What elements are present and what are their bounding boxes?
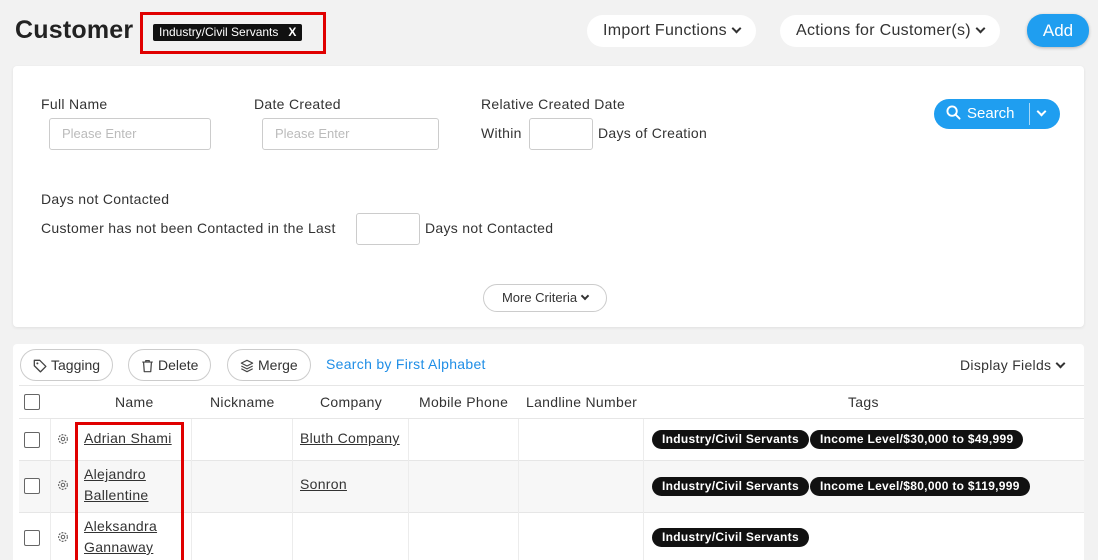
active-filter-chip[interactable]: Industry/Civil Servants X	[153, 24, 303, 41]
column-divider	[408, 419, 409, 560]
tag-badge: Income Level/$30,000 to $49,999	[810, 430, 1024, 449]
chevron-down-icon	[1055, 358, 1066, 369]
tagging-button[interactable]: Tagging	[20, 349, 114, 381]
add-button[interactable]: Add	[1027, 14, 1089, 47]
column-divider	[191, 419, 192, 560]
search-by-first-alphabet-link[interactable]: Search by First Alphabet	[326, 356, 486, 372]
page-title: Customer	[15, 16, 134, 44]
column-header-tags[interactable]: Tags	[848, 394, 879, 410]
full-name-input[interactable]: Please Enter	[49, 118, 211, 150]
days-not-contacted-label: Days not Contacted	[41, 191, 170, 207]
actions-for-customers-button[interactable]: Actions for Customer(s)	[780, 15, 1000, 47]
search-button[interactable]: Search	[934, 99, 1060, 129]
days-of-creation-label: Days of Creation	[598, 125, 708, 141]
search-icon	[946, 105, 961, 120]
date-created-input[interactable]: Please Enter	[262, 118, 439, 150]
column-header-company[interactable]: Company	[320, 394, 382, 410]
row-checkbox[interactable]	[24, 432, 40, 448]
search-options-chevron-icon[interactable]	[1036, 106, 1047, 117]
merge-button[interactable]: Merge	[227, 349, 311, 381]
customer-table-panel: Tagging Delete Merge Search by First Alp…	[13, 344, 1084, 560]
not-contacted-suffix: Days not Contacted	[425, 220, 554, 236]
chevron-down-icon	[580, 291, 590, 301]
column-divider	[292, 419, 293, 560]
row-checkbox[interactable]	[24, 530, 40, 546]
header-divider	[19, 418, 1084, 419]
not-contacted-prefix: Customer has not been Contacted in the L…	[41, 220, 336, 236]
actions-label: Actions for Customer(s)	[796, 22, 971, 39]
import-functions-button[interactable]: Import Functions	[587, 15, 756, 47]
more-criteria-button[interactable]: More Criteria	[483, 284, 607, 312]
display-fields-dropdown[interactable]: Display Fields	[960, 357, 1066, 373]
tag-icon	[33, 359, 47, 373]
date-created-label: Date Created	[254, 96, 341, 112]
delete-label: Delete	[158, 357, 199, 373]
delete-button[interactable]: Delete	[128, 349, 212, 381]
search-button-divider	[1029, 103, 1030, 125]
tag-badge: Industry/Civil Servants	[652, 477, 809, 496]
within-days-input[interactable]	[529, 118, 593, 150]
column-header-mobile-phone[interactable]: Mobile Phone	[419, 394, 508, 410]
gear-icon[interactable]	[56, 478, 70, 492]
column-header-nickname[interactable]: Nickname	[210, 394, 275, 410]
layers-icon	[240, 359, 254, 373]
search-button-main: Search	[946, 99, 1015, 129]
full-name-label: Full Name	[41, 96, 108, 112]
column-header-landline-number[interactable]: Landline Number	[526, 394, 637, 410]
tag-badge: Income Level/$80,000 to $119,999	[810, 477, 1030, 496]
merge-label: Merge	[258, 357, 298, 373]
import-functions-label: Import Functions	[603, 22, 727, 39]
relative-created-date-label: Relative Created Date	[481, 96, 626, 112]
column-divider	[643, 419, 644, 560]
gear-icon[interactable]	[56, 432, 70, 446]
company-link[interactable]: Sonron	[300, 474, 347, 495]
table-top-border	[19, 385, 1084, 386]
trash-icon	[142, 359, 153, 373]
chevron-down-icon	[731, 23, 742, 34]
column-header-name[interactable]: Name	[115, 394, 154, 410]
column-divider	[50, 419, 51, 560]
display-fields-label: Display Fields	[960, 357, 1052, 373]
not-contacted-days-input[interactable]	[356, 213, 420, 245]
tagging-label: Tagging	[51, 357, 101, 373]
tag-badge: Industry/Civil Servants	[652, 528, 809, 547]
row-checkbox[interactable]	[24, 478, 40, 494]
more-criteria-label: More Criteria	[501, 290, 578, 305]
filter-chip-label: Industry/Civil Servants	[159, 25, 279, 39]
gear-icon[interactable]	[56, 530, 70, 544]
name-column-highlight-box	[75, 422, 184, 560]
column-divider	[518, 419, 519, 560]
remove-filter-button[interactable]: X	[288, 25, 296, 39]
search-panel: Full Name Please Enter Date Created Plea…	[13, 66, 1084, 327]
chevron-down-icon	[975, 23, 986, 34]
select-all-checkbox[interactable]	[24, 394, 40, 410]
within-label: Within	[481, 125, 522, 141]
search-button-label: Search	[967, 105, 1015, 122]
company-link[interactable]: Bluth Company	[300, 428, 400, 449]
tag-badge: Industry/Civil Servants	[652, 430, 809, 449]
